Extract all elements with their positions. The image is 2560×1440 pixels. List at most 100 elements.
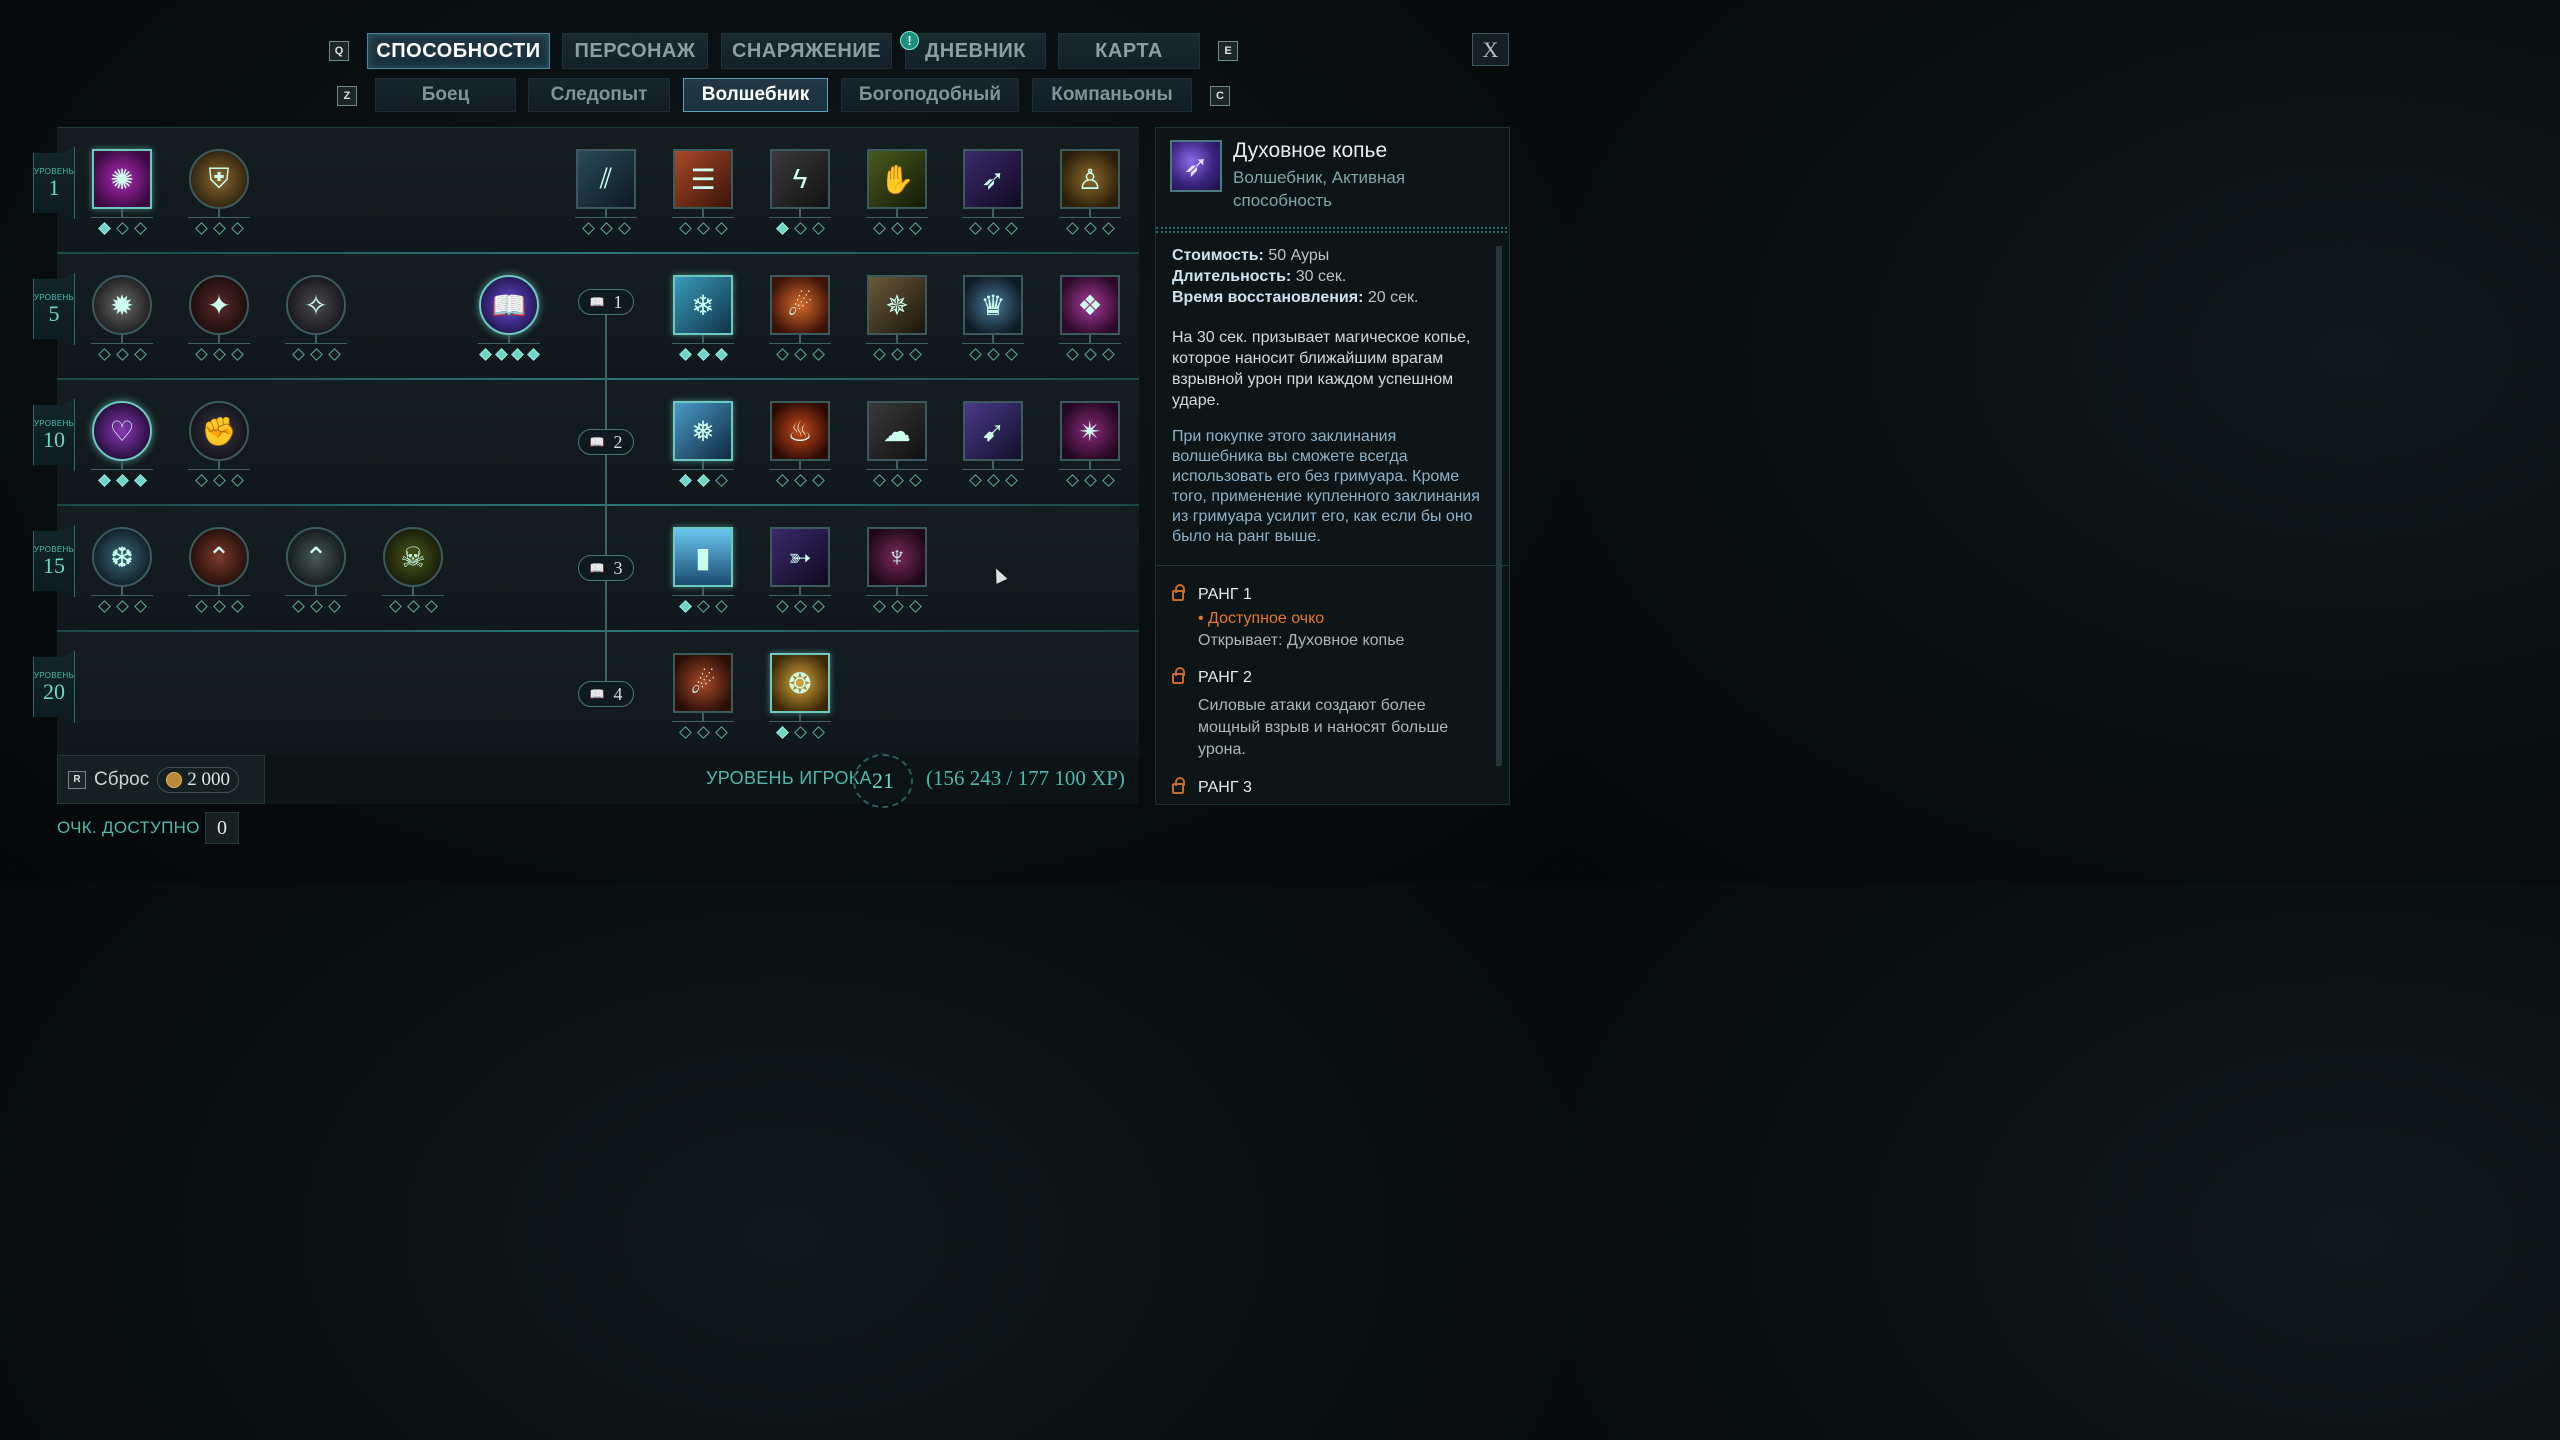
ability-node[interactable]: ♙ — [1059, 149, 1121, 236]
ice-shards-icon[interactable]: ❄ — [673, 275, 733, 335]
armor-icon[interactable]: ⛨ — [189, 149, 249, 209]
ability-node[interactable]: ❄ — [672, 275, 734, 362]
close-button[interactable]: X — [1472, 33, 1509, 66]
node-stem — [702, 587, 704, 595]
spirit-claw-icon[interactable]: ➹ — [963, 401, 1023, 461]
snowflake-icon[interactable]: ❆ — [92, 527, 152, 587]
fire-fan-icon[interactable]: ☰ — [673, 149, 733, 209]
ability-node[interactable]: ⌃ — [188, 527, 250, 614]
subtab-ranger[interactable]: Следопыт — [528, 78, 670, 112]
node-stem — [315, 587, 317, 595]
ability-node[interactable]: ✵ — [866, 275, 928, 362]
prev-subtab-key[interactable]: Z — [337, 86, 357, 106]
ability-node[interactable]: ➶ — [962, 149, 1024, 236]
ability-node[interactable]: ✴ — [1059, 401, 1121, 488]
rank-pip — [327, 348, 341, 361]
shatter-burst-icon[interactable]: ✹ — [92, 275, 152, 335]
fire-ring-icon[interactable]: ♨ — [770, 401, 830, 461]
subtab-fighter[interactable]: Боец — [375, 78, 516, 112]
node-stem — [315, 335, 317, 343]
tab-journal[interactable]: ДНЕВНИК — [905, 33, 1046, 69]
ability-node[interactable]: ❖ — [1059, 275, 1121, 362]
ability-node[interactable]: ⛨ — [188, 149, 250, 236]
ability-node[interactable]: ✊ — [188, 401, 250, 488]
tab-equipment[interactable]: СНАРЯЖЕНИЕ — [721, 33, 892, 69]
ability-node[interactable]: ϟ — [769, 149, 831, 236]
ability-node[interactable]: ▮ — [672, 527, 734, 614]
lightning-rank-icon[interactable]: ⌃ — [286, 527, 346, 587]
tab-character[interactable]: ПЕРСОНАЖ — [562, 33, 708, 69]
rank-pip — [714, 726, 728, 739]
fire-rank-icon[interactable]: ⌃ — [189, 527, 249, 587]
ability-node[interactable]: ✺ — [91, 149, 153, 236]
rank-pip — [872, 600, 886, 613]
ice-pillar-icon[interactable]: ▮ — [673, 527, 733, 587]
nature-hand-icon[interactable]: ✋ — [867, 149, 927, 209]
ability-node[interactable]: ✧ — [285, 275, 347, 362]
ability-node[interactable]: ☁ — [866, 401, 928, 488]
meteor-shower-icon[interactable]: ☄ — [673, 653, 733, 713]
golden-figure-icon[interactable]: ♙ — [1060, 149, 1120, 209]
staff-sparkle-icon[interactable]: ✧ — [286, 275, 346, 335]
ability-node[interactable]: ✹ — [91, 275, 153, 362]
detail-scrollbar-thumb[interactable] — [1496, 246, 1502, 766]
ability-node[interactable]: ❂ — [769, 653, 831, 740]
rank-2[interactable]: РАНГ 2 Силовые атаки создают более мощны… — [1172, 667, 1492, 759]
ability-node[interactable]: ➹ — [962, 401, 1024, 488]
arcane-tendrils-icon[interactable]: ✺ — [92, 149, 152, 209]
claw-slash-icon[interactable]: ⫽ — [576, 149, 636, 209]
prev-tab-key[interactable]: Q — [329, 41, 349, 61]
ability-node[interactable]: ♡ — [91, 401, 153, 488]
spirit-spear-icon[interactable]: ➶ — [963, 149, 1023, 209]
storm-cloud-icon[interactable]: ☁ — [867, 401, 927, 461]
ability-node[interactable]: ♛ — [962, 275, 1024, 362]
spirit-bow-icon[interactable]: ➳ — [770, 527, 830, 587]
subtab-companions[interactable]: Компаньоны — [1032, 78, 1192, 112]
ability-node[interactable]: ⫽ — [575, 149, 637, 236]
poison-skull-icon[interactable]: ☠ — [383, 527, 443, 587]
ability-node[interactable]: ✦ — [188, 275, 250, 362]
rank-pip — [617, 222, 631, 235]
energy-beam-icon[interactable]: ✵ — [867, 275, 927, 335]
lightning-strike-icon[interactable]: ϟ — [770, 149, 830, 209]
rank-3[interactable]: РАНГ 3 — [1172, 777, 1492, 803]
frost-wind-icon[interactable]: ❅ — [673, 401, 733, 461]
ability-node[interactable]: ☄ — [672, 653, 734, 740]
ability-node[interactable]: ❆ — [91, 527, 153, 614]
fireball-icon[interactable]: ☄ — [770, 275, 830, 335]
rank-1[interactable]: РАНГ 1 • Доступное очко Открывает: Духов… — [1172, 584, 1492, 656]
node-stem — [1089, 209, 1091, 217]
ability-node[interactable]: ❅ — [672, 401, 734, 488]
node-stem — [605, 209, 607, 217]
summon-spirits-icon[interactable]: ♆ — [867, 527, 927, 587]
golden-rune-icon[interactable]: ❂ — [770, 653, 830, 713]
next-subtab-key[interactable]: C — [1210, 86, 1230, 106]
ability-node[interactable]: ⌃ — [285, 527, 347, 614]
rank-pip — [793, 474, 807, 487]
next-tab-key[interactable]: E — [1218, 41, 1238, 61]
subtab-godlike[interactable]: Богоподобный — [841, 78, 1019, 112]
node-bar — [1059, 343, 1121, 344]
ability-node[interactable]: ☠ — [382, 527, 444, 614]
rank-pips — [769, 600, 831, 614]
grasping-hand-icon[interactable]: ✊ — [189, 401, 249, 461]
ability-node[interactable]: ♨ — [769, 401, 831, 488]
frost-ring-icon[interactable]: ♛ — [963, 275, 1023, 335]
tentacle-burst-icon[interactable]: ✴ — [1060, 401, 1120, 461]
ability-node[interactable]: ➳ — [769, 527, 831, 614]
subtab-wizard[interactable]: Волшебник — [683, 78, 828, 112]
ability-node[interactable]: ☰ — [672, 149, 734, 236]
grimoire-book-icon[interactable]: 📖 — [479, 275, 539, 335]
tab-map[interactable]: КАРТА — [1058, 33, 1200, 69]
ability-node[interactable]: ✋ — [866, 149, 928, 236]
ability-node[interactable]: 📖 — [478, 275, 540, 362]
reset-button[interactable]: R Сброс 2 000 — [57, 755, 265, 804]
ability-node[interactable]: ☄ — [769, 275, 831, 362]
level-tag-value: 15 — [43, 552, 65, 578]
arcane-cube-icon[interactable]: ❖ — [1060, 275, 1120, 335]
rank-pip — [696, 222, 710, 235]
heart-drop-icon[interactable]: ♡ — [92, 401, 152, 461]
magic-wand-icon[interactable]: ✦ — [189, 275, 249, 335]
ability-node[interactable]: ♆ — [866, 527, 928, 614]
tab-abilities[interactable]: СПОСОБНОСТИ — [367, 33, 550, 69]
